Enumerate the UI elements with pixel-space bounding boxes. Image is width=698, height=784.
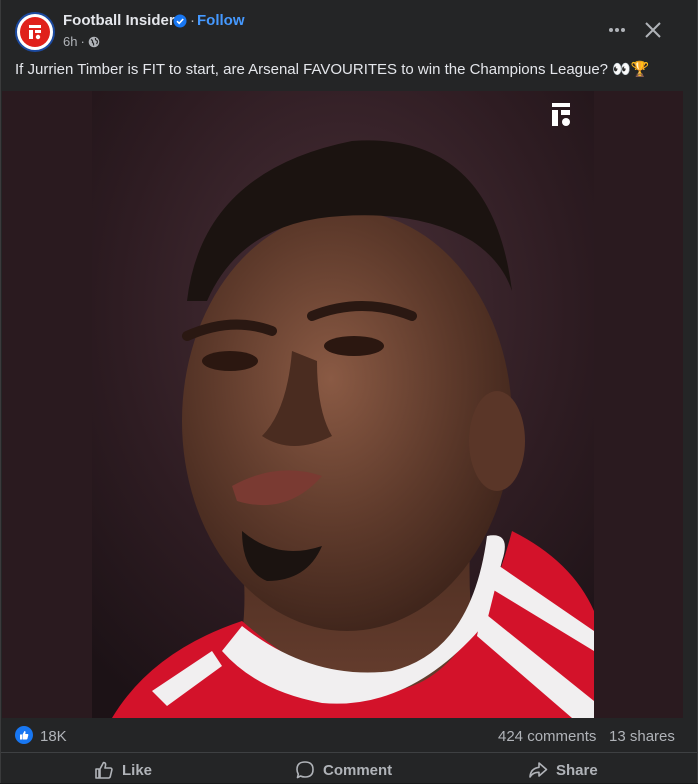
reactions-count[interactable]: 18K	[40, 728, 67, 745]
close-icon	[645, 22, 661, 38]
share-label: Share	[556, 761, 598, 779]
player-photo	[92, 91, 594, 718]
like-label: Like	[122, 761, 153, 779]
comment-button[interactable]: Comment	[295, 758, 392, 782]
close-button[interactable]	[637, 14, 669, 46]
post-time[interactable]: 6h	[63, 34, 77, 49]
meta-separator: ·	[80, 34, 85, 49]
page-avatar[interactable]	[15, 12, 55, 52]
like-button[interactable]: Like	[94, 758, 152, 782]
separator-dot: ·	[190, 12, 195, 29]
post-caption: If Jurrien Timber is FIT to start, are A…	[15, 61, 650, 78]
page-name[interactable]: Football Insider	[63, 12, 175, 29]
verified-badge-icon	[173, 14, 187, 28]
comment-label: Comment	[323, 761, 393, 779]
post-media[interactable]	[2, 91, 683, 718]
share-icon	[529, 762, 548, 778]
post-header: Football Insider · Follow 6h ·	[1, 0, 697, 58]
globe-icon[interactable]	[88, 36, 100, 48]
follow-button[interactable]: Follow	[197, 12, 245, 29]
shares-count[interactable]: 13 shares	[609, 728, 675, 745]
post-stats: 18K 424 comments 13 shares	[1, 722, 697, 750]
post-actions: Like Comment Share	[1, 752, 697, 784]
facebook-post: Football Insider · Follow 6h · If Jurrie…	[0, 0, 698, 783]
football-insider-logo-icon	[20, 17, 50, 47]
more-options-icon	[609, 28, 625, 32]
more-options-button[interactable]	[601, 14, 633, 46]
like-reaction-icon[interactable]	[15, 726, 33, 744]
comment-icon	[296, 761, 314, 779]
comments-count[interactable]: 424 comments	[498, 728, 596, 745]
share-button[interactable]: Share	[528, 758, 598, 782]
post-meta: 6h ·	[63, 34, 100, 49]
like-icon	[95, 761, 113, 779]
